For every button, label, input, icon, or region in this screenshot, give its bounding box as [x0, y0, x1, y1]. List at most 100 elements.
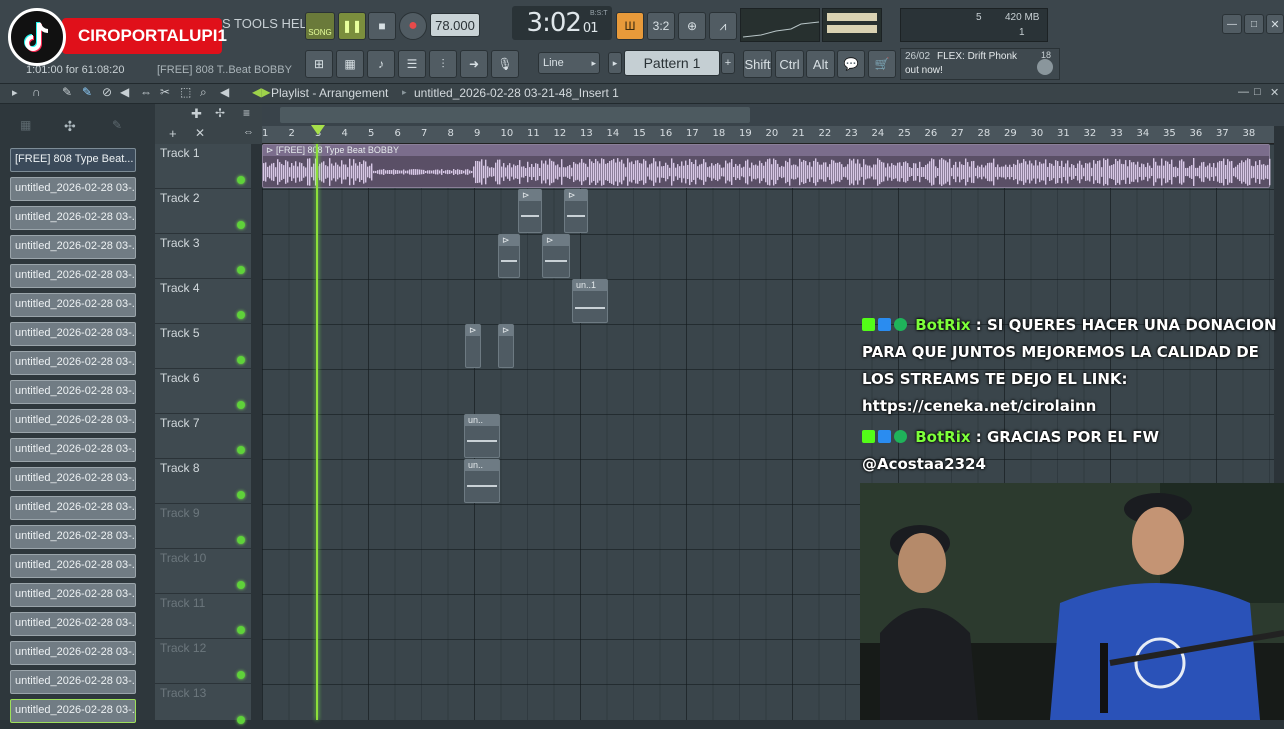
browser-clip-item[interactable]: [FREE] 808 Type Beat...: [10, 148, 136, 172]
breadcrumb[interactable]: untitled_2026-02-28 03-21-48_Insert 1: [414, 86, 619, 100]
close-icon[interactable]: ✕: [195, 126, 205, 140]
audio-clip[interactable]: ⊳ [FREE] 808 Type Beat BOBBY: [262, 144, 1271, 188]
playlist-menu-arrow-icon[interactable]: ▸: [12, 86, 18, 99]
playhead-marker-icon[interactable]: [311, 125, 325, 135]
pencil-icon[interactable]: ✎: [62, 85, 72, 99]
track-header[interactable]: Track 1: [155, 144, 251, 189]
browser-grid-icon[interactable]: ▦: [20, 118, 31, 132]
step-edit-button[interactable]: 3:2: [647, 12, 675, 40]
track-header[interactable]: Track 11: [155, 594, 251, 639]
track-mute-led[interactable]: [237, 401, 245, 409]
pattern-clip[interactable]: un..: [464, 414, 500, 458]
browser-clip-item[interactable]: untitled_2026-02-28 03-...: [10, 235, 136, 259]
piano-roll-button[interactable]: ♪: [367, 50, 395, 78]
snap-tool-icon[interactable]: ✢: [215, 106, 225, 120]
browser-pen-icon[interactable]: ✎: [112, 118, 122, 132]
browser-clip-item[interactable]: untitled_2026-02-28 03-...: [10, 264, 136, 288]
pattern-clip[interactable]: ⊳: [518, 189, 542, 233]
plus-icon[interactable]: +: [169, 126, 177, 141]
track-header[interactable]: Track 3: [155, 234, 251, 279]
close-button[interactable]: ✕: [1266, 14, 1284, 34]
magnet-icon[interactable]: ∩: [32, 85, 41, 99]
playback-icon[interactable]: ◀: [220, 85, 229, 99]
browser-clip-item[interactable]: untitled_2026-02-28 03-...: [10, 554, 136, 578]
pattern-clip[interactable]: ⊳: [542, 234, 570, 278]
pattern-clip[interactable]: ⊳: [564, 189, 588, 233]
track-mute-led[interactable]: [237, 716, 245, 724]
pattern-clip[interactable]: ⊳: [498, 324, 514, 368]
browser-clip-item[interactable]: untitled_2026-02-28 03-...: [10, 380, 136, 404]
channel-rack-button[interactable]: ▦: [336, 50, 364, 78]
waveform-button[interactable]: ⩘: [709, 12, 737, 40]
pattern-clip[interactable]: un..1: [572, 279, 608, 323]
track-mute-led[interactable]: [237, 671, 245, 679]
track-header[interactable]: Track 6: [155, 369, 251, 414]
browser-clip-item[interactable]: untitled_2026-02-28 03-...: [10, 409, 136, 433]
help-button[interactable]: 💬: [837, 50, 865, 78]
add-pattern-button[interactable]: +: [721, 52, 735, 74]
track-header[interactable]: Track 4: [155, 279, 251, 324]
track-mute-led[interactable]: [237, 491, 245, 499]
add-track-icon[interactable]: ✚: [191, 106, 202, 122]
browser-clip-item[interactable]: untitled_2026-02-28 03-...: [10, 293, 136, 317]
track-header[interactable]: Track 5: [155, 324, 251, 369]
stop-button[interactable]: ■: [368, 12, 396, 40]
pattern-selector[interactable]: Pattern 1: [624, 50, 720, 76]
ctrl-key-button[interactable]: Ctrl: [775, 50, 804, 78]
browser-clip-item[interactable]: untitled_2026-02-28 03-...: [10, 206, 136, 230]
track-mute-led[interactable]: [237, 446, 245, 454]
track-header[interactable]: Track 12: [155, 639, 251, 684]
track-options-icon[interactable]: ≡: [243, 106, 250, 120]
browser-clip-item[interactable]: untitled_2026-02-28 03-...: [10, 525, 136, 549]
song-mode-toggle[interactable]: SONG: [305, 12, 335, 40]
browser-clip-item[interactable]: untitled_2026-02-28 03-...: [10, 438, 136, 462]
pause-button[interactable]: ❚❚: [338, 12, 366, 40]
delete-icon[interactable]: ⊘: [102, 85, 112, 99]
track-header[interactable]: Track 10: [155, 549, 251, 594]
record-button[interactable]: ●: [399, 12, 427, 40]
browser-clip-item[interactable]: untitled_2026-02-28 03-...: [10, 699, 136, 723]
browser-clip-item[interactable]: untitled_2026-02-28 03-...: [10, 351, 136, 375]
maximize-button[interactable]: □: [1244, 14, 1264, 34]
browser-clip-item[interactable]: untitled_2026-02-28 03-...: [10, 612, 136, 636]
track-mute-led[interactable]: [237, 266, 245, 274]
menu-bar[interactable]: S TOOLS HELP: [222, 16, 315, 31]
track-mute-led[interactable]: [237, 626, 245, 634]
browser-snap-icon[interactable]: ✣: [64, 118, 76, 135]
minimize-button[interactable]: —: [1222, 14, 1242, 34]
loop-record-button[interactable]: ⊕: [678, 12, 706, 40]
slip-icon[interactable]: ⇔: [140, 85, 152, 99]
overview-strip[interactable]: [250, 104, 1284, 126]
browser-clip-item[interactable]: untitled_2026-02-28 03-...: [10, 467, 136, 491]
pattern-clip[interactable]: ⊳: [498, 234, 520, 278]
playlist-button[interactable]: ⊞: [305, 50, 333, 78]
playlist-minimize-icon[interactable]: —: [1238, 86, 1249, 98]
browser-clip-item[interactable]: untitled_2026-02-28 03-...: [10, 177, 136, 201]
zoom-icon[interactable]: ⌕: [200, 85, 207, 100]
metronome-button[interactable]: Ш: [616, 12, 644, 40]
track-mute-led[interactable]: [237, 581, 245, 589]
track-header[interactable]: Track 2: [155, 189, 251, 234]
bar-ruler[interactable]: 1 2 3 4 5 6 7 8 9 10 11 12 13 14 15 16 17 18 19 20 21 22 23 24 2…: [262, 126, 1274, 144]
pattern-clip[interactable]: ⊳: [465, 324, 481, 368]
track-header[interactable]: Track 9: [155, 504, 251, 549]
pattern-prev-button[interactable]: ▸: [608, 52, 622, 74]
track-mute-led[interactable]: [237, 356, 245, 364]
mute-icon[interactable]: ◀: [120, 85, 129, 99]
slice-icon[interactable]: ✂: [160, 85, 170, 99]
track-mute-led[interactable]: [237, 536, 245, 544]
select-icon[interactable]: ⬚: [180, 85, 191, 99]
snap-select[interactable]: Line ▸: [538, 52, 600, 74]
tempo-display[interactable]: 78.000: [430, 13, 480, 37]
mixer-button[interactable]: ☰: [398, 50, 426, 78]
track-header[interactable]: Track 13: [155, 684, 251, 729]
track-header[interactable]: Track 7: [155, 414, 251, 459]
browser-clip-item[interactable]: untitled_2026-02-28 03-...: [10, 641, 136, 665]
browser-clip-item[interactable]: untitled_2026-02-28 03-...: [10, 670, 136, 694]
browser-clip-item[interactable]: untitled_2026-02-28 03-...: [10, 322, 136, 346]
browser-button[interactable]: ⫶: [429, 50, 457, 78]
shop-button[interactable]: 🛒: [868, 50, 896, 78]
playlist-close-icon[interactable]: ✕: [1270, 86, 1279, 99]
next-button[interactable]: ➜: [460, 50, 488, 78]
news-panel[interactable]: 26/02 FLEX: Drift Phonk out now! 18: [900, 48, 1060, 80]
